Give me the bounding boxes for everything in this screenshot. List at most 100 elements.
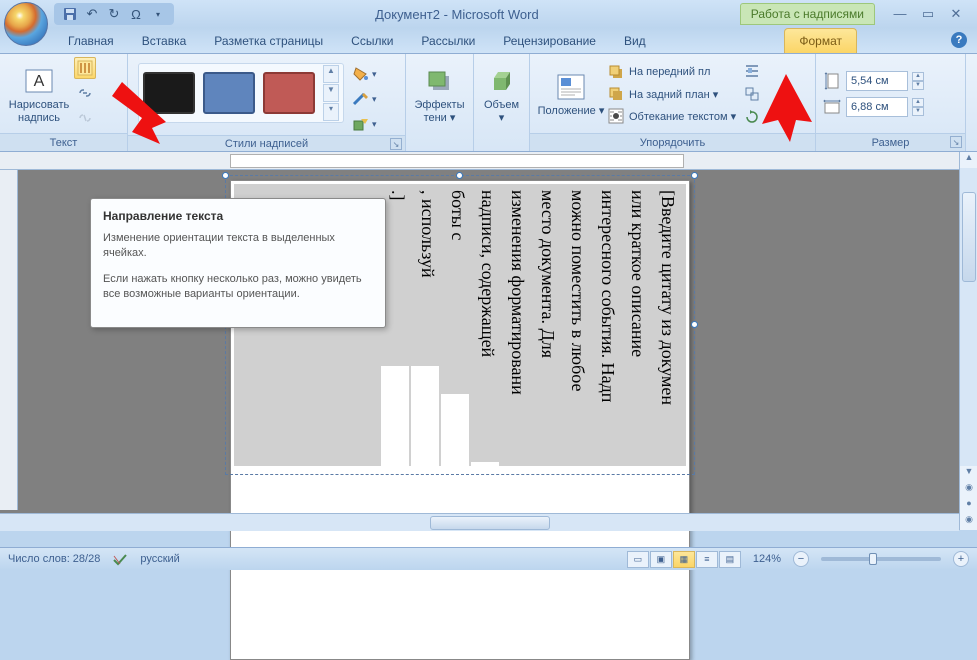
maximize-button[interactable]: ▭ xyxy=(919,6,937,22)
window-title: Документ2 - Microsoft Word xyxy=(174,7,740,22)
vertical-text-line: изменения форматировани xyxy=(502,190,528,466)
draw-textbox-button[interactable]: A Нарисовать надпись xyxy=(6,57,72,133)
height-input[interactable]: 5,54 см xyxy=(846,71,908,91)
tab-references[interactable]: Ссылки xyxy=(337,29,407,53)
bring-front-button[interactable]: На передний пл xyxy=(606,61,740,83)
scroll-thumb[interactable] xyxy=(962,192,976,282)
shadow-icon xyxy=(424,65,456,97)
position-icon xyxy=(555,71,587,103)
tab-pagelayout[interactable]: Разметка страницы xyxy=(200,29,337,53)
zoom-out-button[interactable]: − xyxy=(793,551,809,567)
horizontal-scrollbar[interactable] xyxy=(0,513,959,531)
repeat-icon[interactable]: ↻ xyxy=(104,5,124,23)
wrap-icon xyxy=(606,106,626,126)
zoom-level[interactable]: 124% xyxy=(753,553,781,565)
change-shape-button[interactable]: ▾ xyxy=(350,113,377,135)
quick-access-toolbar: ↶ ↻ Ω ▾ xyxy=(54,3,174,25)
next-page-icon[interactable]: ◉ xyxy=(960,514,977,530)
tab-home[interactable]: Главная xyxy=(54,29,128,53)
fullscreen-view[interactable]: ▣ xyxy=(650,551,672,568)
textbox-icon: A xyxy=(23,65,55,97)
vertical-text-line: [Введите цитату из докумен xyxy=(652,190,678,466)
ribbon-tabs: Главная Вставка Разметка страницы Ссылки… xyxy=(0,28,977,54)
shape-fill-button[interactable]: ▾ xyxy=(350,63,377,85)
create-link-button[interactable] xyxy=(74,82,96,104)
tooltip-line2: Если нажать кнопку несколько раз, можно … xyxy=(103,272,373,303)
window-controls: — ▭ ✕ xyxy=(879,6,977,22)
tab-format[interactable]: Формат xyxy=(784,28,857,53)
save-icon[interactable] xyxy=(60,5,80,23)
send-back-button[interactable]: На задний план ▾ xyxy=(606,83,740,105)
shadow-effects-button[interactable]: Эффекты тени ▾ xyxy=(412,57,467,133)
vertical-text-line: или краткое описание xyxy=(622,190,648,466)
title-bar: ↶ ↻ Ω ▾ Документ2 - Microsoft Word Работ… xyxy=(0,0,977,28)
send-back-icon xyxy=(606,84,626,104)
browse-object-icon[interactable]: ● xyxy=(960,498,977,514)
text-wrap-button[interactable]: Обтекание текстом ▾ xyxy=(606,105,740,127)
width-spinner[interactable]: ▲▼ xyxy=(912,98,924,116)
gallery-scroll[interactable]: ▲▼▾ xyxy=(323,65,339,121)
vertical-ruler[interactable] xyxy=(0,170,18,510)
tab-view[interactable]: Вид xyxy=(610,29,660,53)
status-bar: Число слов: 28/28 русский ▭ ▣ ▦ ≡ ▤ 124%… xyxy=(0,547,977,570)
break-link-button[interactable] xyxy=(74,107,96,129)
shape-outline-button[interactable]: ▾ xyxy=(350,88,377,110)
office-button[interactable] xyxy=(4,2,48,46)
height-spinner[interactable]: ▲▼ xyxy=(912,72,924,90)
horizontal-ruler[interactable] xyxy=(0,152,959,170)
zoom-thumb[interactable] xyxy=(869,553,877,565)
zoom-in-button[interactable]: + xyxy=(953,551,969,567)
draw-textbox-label: Нарисовать надпись xyxy=(9,99,69,125)
vertical-scrollbar[interactable]: ▲ ▼ ◉ ● ◉ xyxy=(959,152,977,530)
group-arrange-label: Упорядочить xyxy=(640,137,705,149)
size-launcher-icon[interactable]: ↘ xyxy=(950,136,962,148)
zoom-slider[interactable] xyxy=(821,557,941,561)
prev-page-icon[interactable]: ◉ xyxy=(960,482,977,498)
resize-handle[interactable] xyxy=(691,321,698,328)
callout-arrow-1 xyxy=(108,78,172,148)
language-indicator[interactable]: русский xyxy=(140,553,179,565)
cube-icon xyxy=(486,65,518,97)
symbol-icon[interactable]: Ω xyxy=(126,5,146,23)
contextual-tab-label: Работа с надписями xyxy=(740,3,875,25)
shadow-label: Эффекты тени ▾ xyxy=(414,99,464,125)
vertical-text-line: боты с xyxy=(442,190,468,466)
change-shape-icon xyxy=(350,113,372,135)
minimize-button[interactable]: — xyxy=(891,6,909,22)
resize-handle[interactable] xyxy=(691,172,698,179)
styles-launcher-icon[interactable]: ↘ xyxy=(390,138,402,150)
view-buttons: ▭ ▣ ▦ ≡ ▤ xyxy=(627,551,741,568)
close-button[interactable]: ✕ xyxy=(947,6,965,22)
word-count[interactable]: Число слов: 28/28 xyxy=(8,553,100,565)
vertical-text-line: надписи, содержащей xyxy=(472,190,498,466)
style-swatch-3[interactable] xyxy=(263,72,315,114)
print-layout-view[interactable]: ▭ xyxy=(627,551,649,568)
tab-mailings[interactable]: Рассылки xyxy=(407,29,489,53)
web-layout-view[interactable]: ▦ xyxy=(673,551,695,568)
tab-review[interactable]: Рецензирование xyxy=(489,29,610,53)
vertical-text-line: место документа. Для xyxy=(532,190,558,466)
outline-view[interactable]: ≡ xyxy=(696,551,718,568)
group-styles-label: Стили надписей xyxy=(225,138,308,150)
resize-handle[interactable] xyxy=(456,172,463,179)
undo-icon[interactable]: ↶ xyxy=(82,5,102,23)
proofing-icon[interactable] xyxy=(112,552,128,566)
tooltip: Направление текста Изменение ориентации … xyxy=(90,198,386,328)
hscroll-thumb[interactable] xyxy=(430,516,550,530)
help-icon[interactable]: ? xyxy=(951,32,967,48)
qat-customize-icon[interactable]: ▾ xyxy=(148,5,168,23)
group-3d: Объем ▾ xyxy=(474,54,530,151)
tab-insert[interactable]: Вставка xyxy=(128,29,201,53)
text-direction-button[interactable] xyxy=(74,57,96,79)
3d-effects-button[interactable]: Объем ▾ xyxy=(480,57,523,133)
vertical-text-line: , используй xyxy=(412,190,438,466)
resize-handle[interactable] xyxy=(222,172,229,179)
scroll-down-icon[interactable]: ▼ xyxy=(960,466,977,482)
style-swatch-2[interactable] xyxy=(203,72,255,114)
width-input[interactable]: 6,88 см xyxy=(846,97,908,117)
draft-view[interactable]: ▤ xyxy=(719,551,741,568)
callout-arrow-2 xyxy=(756,72,816,144)
tooltip-title: Направление текста xyxy=(103,209,373,223)
position-button[interactable]: Положение ▾ xyxy=(536,57,606,133)
scroll-up-icon[interactable]: ▲ xyxy=(960,152,977,168)
